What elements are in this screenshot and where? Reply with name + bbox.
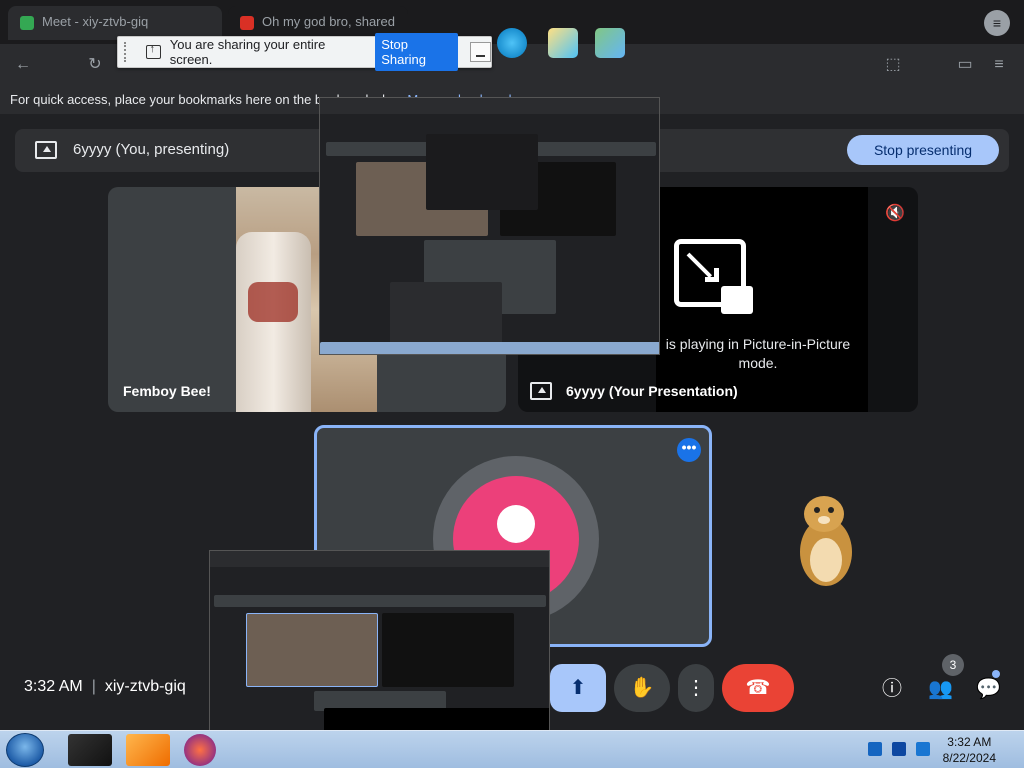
drag-handle-icon[interactable] <box>124 42 134 62</box>
tab-meet[interactable]: Meet - xiy-ztvb-giq <box>8 6 222 40</box>
reload-icon[interactable]: ↻ <box>86 56 104 74</box>
people-icon[interactable]: 👥 <box>928 677 953 701</box>
tray-network-icon[interactable] <box>868 742 882 756</box>
pip-message: is playing in Picture-in-Picture mode. <box>665 336 851 371</box>
presentation-icon <box>530 382 552 400</box>
share-screen-icon <box>145 43 161 59</box>
leave-call-button[interactable]: ☎ <box>722 664 794 712</box>
taskbar-clock[interactable]: 3:32 AM 8/22/2024 <box>943 734 996 766</box>
presenting-title: 6yyyy (You, presenting) <box>73 141 230 158</box>
meeting-info-icon[interactable]: ⓘ <box>880 677 904 701</box>
screen-mirror-large <box>319 97 660 355</box>
meeting-code: xiy-ztvb-giq <box>104 678 186 695</box>
tray-volume-icon[interactable] <box>916 742 930 756</box>
youtube-favicon-icon <box>240 15 254 30</box>
muted-icon: 🔇 <box>885 205 905 222</box>
tile-options-button[interactable]: ••• <box>677 438 701 462</box>
meeting-details: 3:32 AM | xiy-ztvb-giq <box>24 678 186 695</box>
stop-sharing-button[interactable]: Stop Sharing <box>375 33 459 71</box>
stop-presenting-button[interactable]: Stop presenting <box>847 135 999 165</box>
screen-sharing-bar: You are sharing your entire screen. Stop… <box>117 33 492 71</box>
back-icon[interactable]: ← <box>14 56 32 74</box>
chat-unread-dot <box>992 670 1000 678</box>
extension-icon[interactable]: ⬚ <box>884 56 902 74</box>
windows-taskbar: 3:32 AM 8/22/2024 <box>0 730 1024 768</box>
internet-explorer-icon[interactable] <box>497 28 527 58</box>
hide-share-bar-button[interactable] <box>470 42 491 62</box>
taskbar-app-terminal-icon[interactable] <box>68 734 112 766</box>
taskbar-app-media-icon[interactable] <box>126 734 170 766</box>
present-screen-icon <box>35 141 57 159</box>
chat-icon[interactable]: 💬 <box>976 677 1001 701</box>
participant-name: Femboy Bee! <box>123 383 211 399</box>
clock-date: 8/22/2024 <box>942 751 996 765</box>
raise-hand-button[interactable]: ✋ <box>614 664 670 712</box>
avatar-dot <box>497 505 535 543</box>
more-options-button[interactable]: ⋮ <box>678 664 714 712</box>
present-now-button[interactable]: ⬆ <box>550 664 606 712</box>
kebab-menu-icon[interactable]: ≡ <box>990 56 1008 74</box>
people-count-badge: 3 <box>942 654 964 676</box>
tray-display-icon[interactable] <box>892 742 906 756</box>
picture-in-picture-icon <box>674 239 753 314</box>
taskbar-firefox-icon[interactable] <box>184 734 216 766</box>
hamster-sticker <box>800 496 852 586</box>
sharing-message: You are sharing your entire screen. <box>169 37 326 67</box>
sidebar-icon[interactable]: ▭ <box>956 56 974 74</box>
browser-menu-icon[interactable]: ≡ <box>984 10 1010 36</box>
clock-time: 3:32 AM <box>947 735 992 749</box>
meet-favicon-icon <box>20 15 34 30</box>
start-button[interactable] <box>6 733 44 767</box>
meeting-time: 3:32 AM <box>24 678 83 695</box>
presentation-label: 6yyyy (Your Presentation) <box>566 383 738 399</box>
users-icon[interactable] <box>595 28 625 58</box>
photo-viewer-icon[interactable] <box>548 28 578 58</box>
